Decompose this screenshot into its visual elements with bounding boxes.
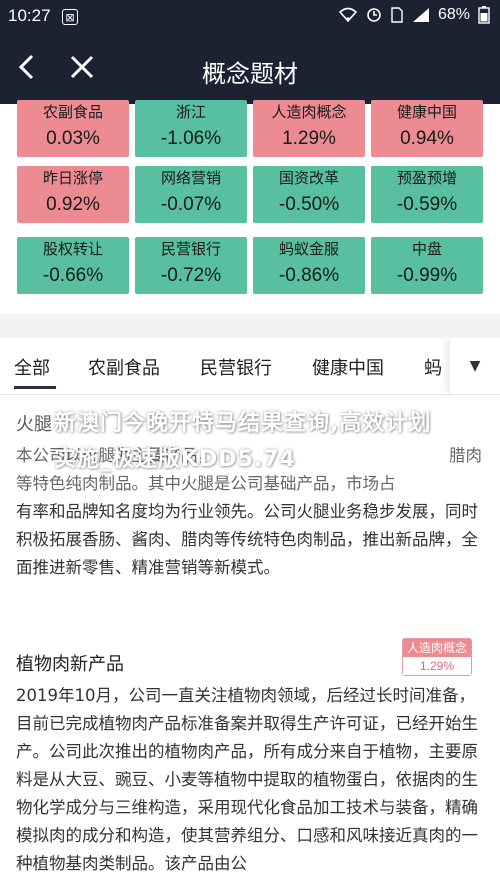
battery-percent: 68% bbox=[437, 6, 470, 23]
tile-name: 浙江 bbox=[175, 103, 206, 121]
page-title: 概念题材 bbox=[202, 60, 298, 88]
category-tabs: 全部 农副食品 民营银行 健康中国 蚂 ▼ bbox=[0, 338, 500, 395]
tile-value: -0.72% bbox=[160, 265, 222, 286]
tab-agri-food[interactable]: 农副食品 bbox=[88, 354, 160, 380]
tile-value: -1.06% bbox=[160, 128, 222, 149]
tile-name: 人造肉概念 bbox=[271, 103, 347, 121]
status-time: 10:27 bbox=[8, 6, 51, 25]
tab-healthy-china[interactable]: 健康中国 bbox=[312, 354, 384, 380]
tab-all[interactable]: 全部 bbox=[14, 354, 50, 380]
article-body-rest: 有率和品牌知名度均为行业领先。公司火腿业务稳步发展，同时积极拓展香肠、酱肉、腊肉… bbox=[16, 502, 478, 577]
tile-name: 健康中国 bbox=[396, 103, 457, 121]
tile-value: 0.92% bbox=[46, 194, 100, 215]
tab-private-bank[interactable]: 民营银行 bbox=[200, 354, 272, 380]
concept-tile[interactable]: 昨日涨停 0.92% bbox=[17, 166, 129, 223]
tile-name: 预盈预增 bbox=[396, 169, 457, 187]
tag-value: 1.29% bbox=[403, 657, 471, 675]
tile-value: -0.50% bbox=[278, 194, 340, 215]
tile-name: 蚂蚁金服 bbox=[278, 240, 339, 258]
triangle-down-icon: ▼ bbox=[469, 358, 481, 374]
concept-tile[interactable]: 国资改革 -0.50% bbox=[253, 166, 365, 223]
tile-name: 昨日涨停 bbox=[42, 169, 103, 187]
tabs-expand-button[interactable]: ▼ bbox=[450, 338, 500, 394]
concept-tile[interactable]: 浙江 -1.06% bbox=[135, 100, 247, 157]
concept-tile[interactable]: 人造肉概念 1.29% bbox=[253, 100, 365, 157]
tile-value: 0.03% bbox=[46, 128, 100, 149]
concept-tile[interactable]: 农副食品 0.03% bbox=[17, 100, 129, 157]
tile-value: 0.94% bbox=[400, 128, 454, 149]
battery-icon bbox=[478, 6, 490, 24]
tile-name: 中盘 bbox=[411, 240, 442, 258]
article-title: 植物肉新产品 bbox=[16, 654, 124, 675]
sim-icon bbox=[391, 7, 403, 23]
alarm-icon bbox=[367, 8, 381, 22]
status-bar: 10:27 ⊠ 68% bbox=[0, 0, 500, 34]
tile-value: -0.59% bbox=[396, 194, 458, 215]
tile-value: -0.86% bbox=[278, 265, 340, 286]
tile-name: 国资改革 bbox=[278, 169, 339, 187]
tile-name: 股权转让 bbox=[42, 240, 103, 258]
signal-icon bbox=[412, 8, 429, 22]
tile-name: 网络营销 bbox=[160, 169, 221, 187]
wifi-icon bbox=[338, 7, 358, 23]
tag-name: 人造肉概念 bbox=[403, 639, 471, 657]
app-notification-icon: ⊠ bbox=[62, 9, 78, 25]
tile-name: 民营银行 bbox=[160, 240, 221, 258]
concept-tag[interactable]: 人造肉概念 1.29% bbox=[402, 638, 472, 676]
concept-tile[interactable]: 健康中国 0.94% bbox=[371, 100, 483, 157]
tile-value: -0.99% bbox=[396, 265, 458, 286]
concept-tile[interactable]: 预盈预增 -0.59% bbox=[371, 166, 483, 223]
tile-value: -0.07% bbox=[160, 194, 222, 215]
article-body: 2019年10月，公司一直关注植物肉领域，后经过长时间准备，目前已完成植物肉产品… bbox=[16, 686, 478, 873]
tile-name: 农副食品 bbox=[42, 103, 103, 121]
nav-bar: 概念题材 bbox=[0, 34, 500, 104]
status-indicators: 68% bbox=[338, 6, 490, 24]
watermark-text: 新澳门今晚开特马结果查询,高效计划实施_极速版KDD5.74 bbox=[54, 411, 432, 472]
concept-tile[interactable]: 蚂蚁金服 -0.86% bbox=[253, 237, 365, 294]
concept-tile[interactable]: 民营银行 -0.72% bbox=[135, 237, 247, 294]
active-tab-indicator bbox=[14, 386, 56, 389]
concept-tile[interactable]: 股权转让 -0.66% bbox=[17, 237, 129, 294]
section-divider bbox=[0, 314, 500, 338]
concept-tile[interactable]: 中盘 -0.99% bbox=[371, 237, 483, 294]
tile-value: 1.29% bbox=[282, 128, 336, 149]
tab-ant-financial[interactable]: 蚂 bbox=[424, 354, 442, 380]
watermark-overlay: 新澳门今晚开特马结果查询,高效计划实施_极速版KDD5.74 bbox=[0, 398, 500, 490]
tile-value: -0.66% bbox=[42, 265, 104, 286]
concept-tile[interactable]: 网络营销 -0.07% bbox=[135, 166, 247, 223]
